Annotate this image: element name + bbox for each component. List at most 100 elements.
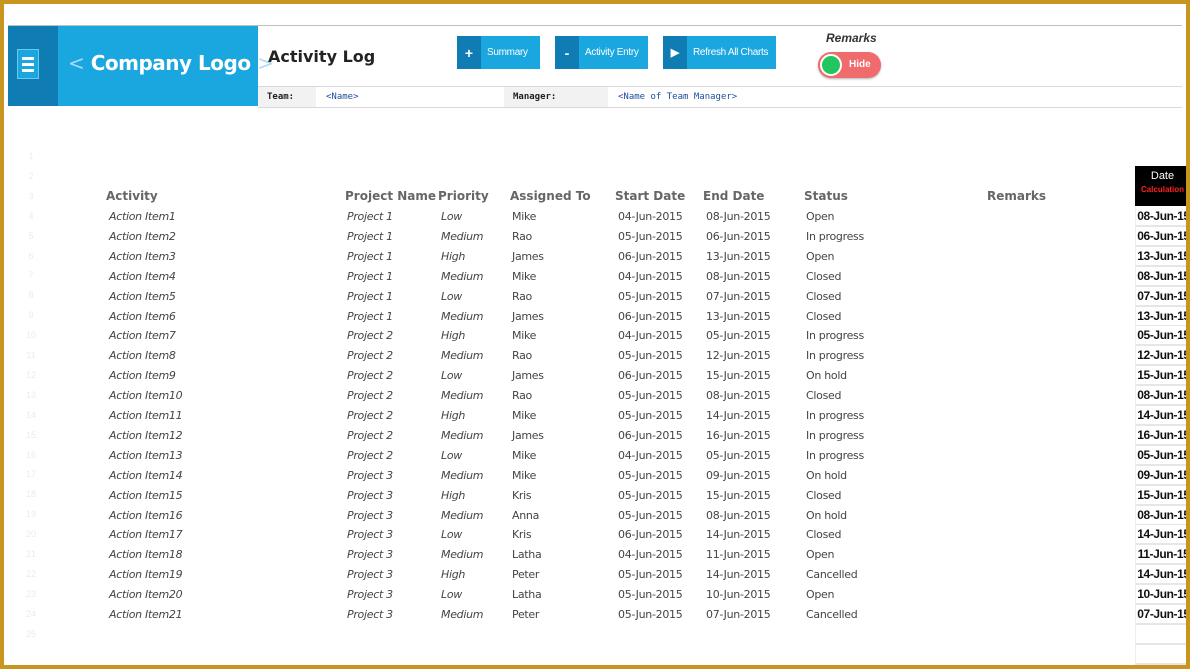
cell-start-date[interactable]: 05-Jun-2015 bbox=[618, 588, 683, 601]
cell-activity[interactable]: Action Item13 bbox=[109, 449, 183, 462]
cell-priority[interactable]: Medium bbox=[441, 469, 483, 482]
hamburger-icon[interactable] bbox=[17, 49, 39, 79]
table-row[interactable]: Action Item6 Project 1 Medium James 06-Jun-2… bbox=[4, 307, 1134, 327]
cell-project[interactable]: Project 2 bbox=[347, 429, 393, 442]
cell-end-date[interactable]: 15-Jun-2015 bbox=[706, 489, 771, 502]
cell-status[interactable]: In progress bbox=[806, 349, 864, 362]
cell-priority[interactable]: High bbox=[441, 489, 465, 502]
cell-assigned-to[interactable]: Mike bbox=[512, 449, 536, 462]
cell-priority[interactable]: Low bbox=[441, 528, 462, 541]
cell-status[interactable]: Open bbox=[806, 588, 834, 601]
cell-end-date[interactable]: 14-Jun-2015 bbox=[706, 409, 771, 422]
cell-start-date[interactable]: 06-Jun-2015 bbox=[618, 429, 683, 442]
cell-activity[interactable]: Action Item5 bbox=[109, 290, 176, 303]
cell-start-date[interactable]: 04-Jun-2015 bbox=[618, 210, 683, 223]
cell-priority[interactable]: Medium bbox=[441, 429, 483, 442]
cell-status[interactable]: On hold bbox=[806, 509, 847, 522]
cell-activity[interactable]: Action Item1 bbox=[109, 210, 176, 223]
cell-priority[interactable]: Medium bbox=[441, 509, 483, 522]
cell-assigned-to[interactable]: Latha bbox=[512, 588, 542, 601]
cell-project[interactable]: Project 1 bbox=[347, 210, 393, 223]
cell-priority[interactable]: Low bbox=[441, 290, 462, 303]
cell-end-date[interactable]: 13-Jun-2015 bbox=[706, 250, 771, 263]
cell-assigned-to[interactable]: Latha bbox=[512, 548, 542, 561]
cell-assigned-to[interactable]: Kris bbox=[512, 528, 532, 541]
cell-project[interactable]: Project 3 bbox=[347, 528, 393, 541]
cell-start-date[interactable]: 06-Jun-2015 bbox=[618, 250, 683, 263]
cell-start-date[interactable]: 05-Jun-2015 bbox=[618, 409, 683, 422]
cell-project[interactable]: Project 3 bbox=[347, 469, 393, 482]
cell-assigned-to[interactable]: James bbox=[512, 369, 544, 382]
cell-start-date[interactable]: 05-Jun-2015 bbox=[618, 349, 683, 362]
table-row[interactable]: Action Item15 Project 3 High Kris 05-Jun-201… bbox=[4, 486, 1134, 506]
table-row[interactable]: Action Item16 Project 3 Medium Anna 05-Jun-2… bbox=[4, 506, 1134, 526]
cell-start-date[interactable]: 06-Jun-2015 bbox=[618, 310, 683, 323]
cell-end-date[interactable]: 08-Jun-2015 bbox=[706, 389, 771, 402]
cell-start-date[interactable]: 04-Jun-2015 bbox=[618, 449, 683, 462]
cell-assigned-to[interactable]: Mike bbox=[512, 210, 536, 223]
cell-status[interactable]: In progress bbox=[806, 329, 864, 342]
cell-status[interactable]: Open bbox=[806, 210, 834, 223]
cell-assigned-to[interactable]: Rao bbox=[512, 230, 532, 243]
cell-end-date[interactable]: 14-Jun-2015 bbox=[706, 528, 771, 541]
cell-end-date[interactable]: 14-Jun-2015 bbox=[706, 568, 771, 581]
cell-end-date[interactable]: 10-Jun-2015 bbox=[706, 588, 771, 601]
cell-project[interactable]: Project 1 bbox=[347, 270, 393, 283]
cell-project[interactable]: Project 3 bbox=[347, 489, 393, 502]
cell-status[interactable]: Closed bbox=[806, 489, 841, 502]
cell-project[interactable]: Project 1 bbox=[347, 250, 393, 263]
cell-start-date[interactable]: 05-Jun-2015 bbox=[618, 389, 683, 402]
cell-start-date[interactable]: 05-Jun-2015 bbox=[618, 509, 683, 522]
cell-activity[interactable]: Action Item19 bbox=[109, 568, 183, 581]
cell-end-date[interactable]: 06-Jun-2015 bbox=[706, 230, 771, 243]
cell-priority[interactable]: Medium bbox=[441, 608, 483, 621]
table-row[interactable]: Action Item18 Project 3 Medium Latha 04-Jun-… bbox=[4, 545, 1134, 565]
cell-start-date[interactable]: 05-Jun-2015 bbox=[618, 469, 683, 482]
cell-start-date[interactable]: 05-Jun-2015 bbox=[618, 489, 683, 502]
cell-activity[interactable]: Action Item4 bbox=[109, 270, 176, 283]
cell-assigned-to[interactable]: Rao bbox=[512, 290, 532, 303]
table-row[interactable]: Action Item13 Project 2 Low Mike 04-Jun-2015… bbox=[4, 446, 1134, 466]
cell-priority[interactable]: Medium bbox=[441, 548, 483, 561]
cell-status[interactable]: In progress bbox=[806, 429, 864, 442]
cell-priority[interactable]: Medium bbox=[441, 389, 483, 402]
cell-activity[interactable]: Action Item14 bbox=[109, 469, 183, 482]
cell-start-date[interactable]: 06-Jun-2015 bbox=[618, 369, 683, 382]
cell-status[interactable]: Closed bbox=[806, 389, 841, 402]
cell-project[interactable]: Project 1 bbox=[347, 310, 393, 323]
cell-activity[interactable]: Action Item2 bbox=[109, 230, 176, 243]
cell-project[interactable]: Project 1 bbox=[347, 230, 393, 243]
table-row[interactable]: Action Item12 Project 2 Medium James 06-Jun-… bbox=[4, 426, 1134, 446]
cell-priority[interactable]: Medium bbox=[441, 270, 483, 283]
table-row[interactable]: Action Item19 Project 3 High Peter 05-Jun-20… bbox=[4, 565, 1134, 585]
table-row[interactable]: Action Item2 Project 1 Medium Rao 05-Jun-201… bbox=[4, 227, 1134, 247]
cell-start-date[interactable]: 05-Jun-2015 bbox=[618, 568, 683, 581]
cell-assigned-to[interactable]: Peter bbox=[512, 608, 539, 621]
cell-status[interactable]: In progress bbox=[806, 230, 864, 243]
cell-priority[interactable]: Low bbox=[441, 210, 462, 223]
cell-start-date[interactable]: 05-Jun-2015 bbox=[618, 608, 683, 621]
team-name-field[interactable]: <Name> bbox=[316, 87, 502, 107]
cell-assigned-to[interactable]: James bbox=[512, 429, 544, 442]
cell-activity[interactable]: Action Item10 bbox=[109, 389, 183, 402]
cell-project[interactable]: Project 3 bbox=[347, 548, 393, 561]
cell-end-date[interactable]: 05-Jun-2015 bbox=[706, 329, 771, 342]
cell-status[interactable]: Closed bbox=[806, 528, 841, 541]
table-row[interactable]: Action Item7 Project 2 High Mike 04-Jun-2015… bbox=[4, 326, 1134, 346]
cell-end-date[interactable]: 08-Jun-2015 bbox=[706, 270, 771, 283]
table-row[interactable]: Action Item1 Project 1 Low Mike 04-Jun-2015 0… bbox=[4, 207, 1134, 227]
table-row[interactable]: Action Item3 Project 1 High James 06-Jun-201… bbox=[4, 247, 1134, 267]
cell-activity[interactable]: Action Item17 bbox=[109, 528, 183, 541]
table-row[interactable]: Action Item4 Project 1 Medium Mike 04-Jun-20… bbox=[4, 267, 1134, 287]
cell-end-date[interactable]: 15-Jun-2015 bbox=[706, 369, 771, 382]
activity-entry-button[interactable]: - Activity Entry bbox=[555, 36, 648, 69]
cell-priority[interactable]: Medium bbox=[441, 230, 483, 243]
cell-activity[interactable]: Action Item7 bbox=[109, 329, 176, 342]
cell-assigned-to[interactable]: Mike bbox=[512, 270, 536, 283]
cell-assigned-to[interactable]: Peter bbox=[512, 568, 539, 581]
cell-assigned-to[interactable]: Mike bbox=[512, 329, 536, 342]
summary-button[interactable]: + Summary bbox=[457, 36, 540, 69]
cell-start-date[interactable]: 04-Jun-2015 bbox=[618, 329, 683, 342]
cell-end-date[interactable]: 09-Jun-2015 bbox=[706, 469, 771, 482]
cell-end-date[interactable]: 07-Jun-2015 bbox=[706, 290, 771, 303]
